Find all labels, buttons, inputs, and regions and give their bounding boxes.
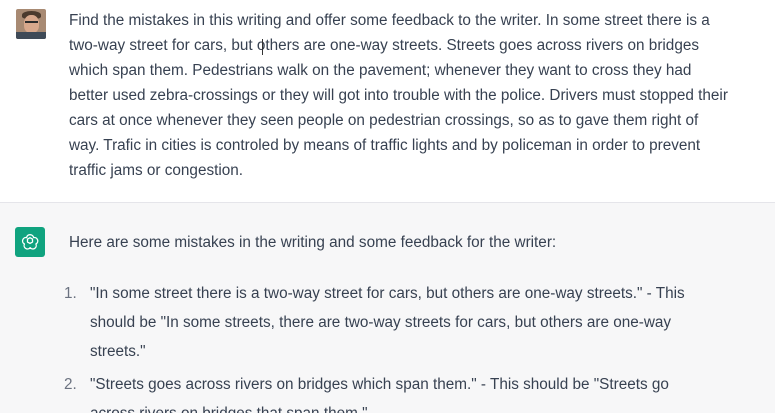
- list-item-text: "Streets goes across rivers on bridges w…: [90, 376, 669, 413]
- chat-conversation: Find the mistakes in this writing and of…: [0, 0, 775, 413]
- user-message-text: Find the mistakes in this writing and of…: [69, 12, 728, 179]
- list-item: 1. "In some street there is a two-way st…: [64, 279, 714, 366]
- text-cursor-icon: [262, 39, 268, 55]
- openai-logo-icon: [15, 227, 45, 257]
- assistant-intro: Here are some mistakes in the writing an…: [69, 234, 557, 251]
- list-item-number: 1.: [64, 285, 77, 302]
- list-item: 2. "Streets goes across rivers on bridge…: [64, 370, 714, 413]
- feedback-list: 1. "In some street there is a two-way st…: [64, 279, 714, 413]
- list-item-text: "In some street there is a two-way stree…: [90, 285, 685, 360]
- user-avatar: [16, 9, 46, 39]
- user-message: Find the mistakes in this writing and of…: [0, 0, 775, 203]
- list-item-number: 2.: [64, 376, 77, 393]
- assistant-message: Here are some mistakes in the writing an…: [0, 203, 775, 413]
